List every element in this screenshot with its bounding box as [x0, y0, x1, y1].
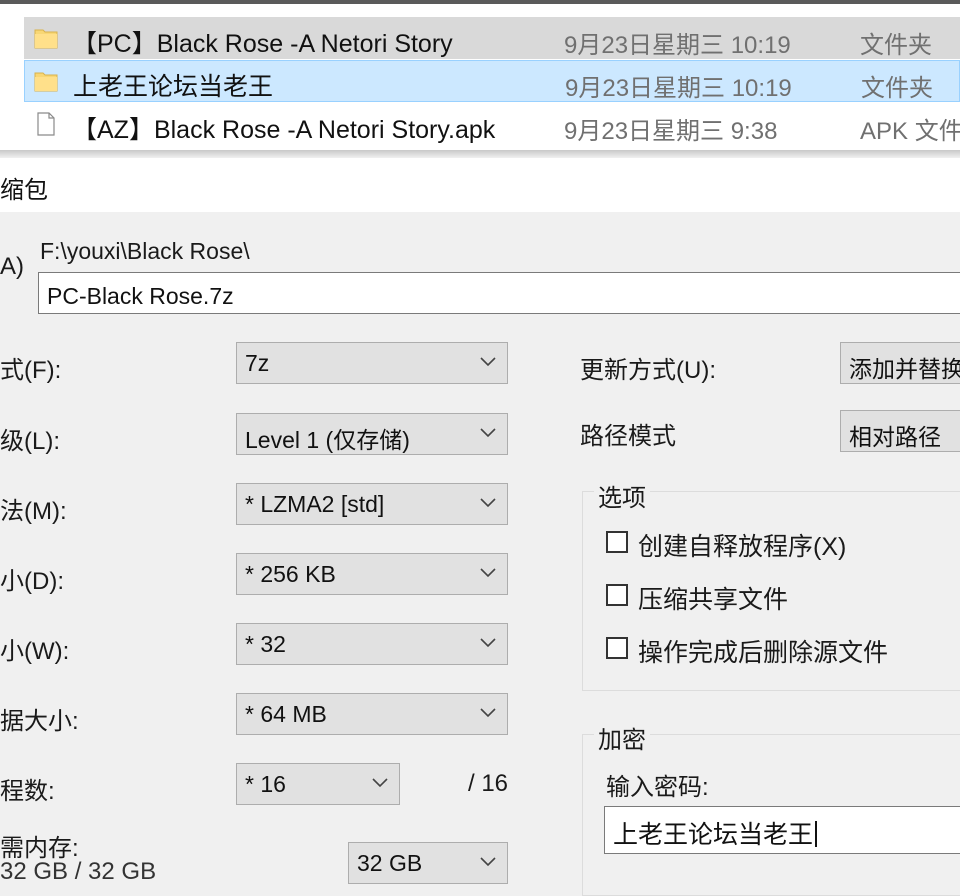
sfx-label: 创建自释放程序(X): [638, 533, 847, 561]
file-date: 9月23日星期三 9:38: [564, 118, 778, 145]
file-name: 上老王论坛当老王: [73, 73, 274, 101]
chevron-down-icon: [480, 568, 496, 578]
threads-max: / 16: [468, 770, 509, 797]
add-to-archive-dialog: 缩包 A) F:\youxi\Black Rose\ 式(F): 7z 级(L)…: [0, 158, 960, 896]
delete-after-checkbox[interactable]: [606, 637, 628, 659]
archive-label: A): [0, 253, 24, 280]
password-label: 输入密码:: [606, 774, 709, 801]
file-date: 9月23日星期三 10:19: [565, 75, 792, 102]
chevron-down-icon: [480, 357, 496, 367]
encryption-title: 加密: [594, 720, 650, 755]
threads-value: * 16: [245, 771, 286, 797]
format-select[interactable]: 7z: [236, 342, 508, 384]
method-label: 法(M):: [0, 498, 67, 525]
password-input[interactable]: 上老王论坛当老王: [604, 806, 960, 854]
threads-label: 程数:: [0, 778, 55, 805]
file-list: 【PC】Black Rose -A Netori Story 9月23日星期三 …: [0, 0, 960, 158]
format-label: 式(F):: [0, 357, 62, 384]
memory-select[interactable]: 32 GB: [348, 842, 508, 884]
dictionary-size-label: 小(D):: [0, 568, 64, 595]
file-name: 【PC】Black Rose -A Netori Story: [72, 30, 453, 58]
sfx-checkbox[interactable]: [606, 531, 628, 553]
file-row-selected[interactable]: 上老王论坛当老王 9月23日星期三 10:19 文件夹: [24, 60, 960, 102]
divider: [0, 150, 960, 158]
dialog-titlebar: 缩包: [0, 158, 960, 212]
file-type: 文件夹: [860, 32, 932, 59]
update-mode-label: 更新方式(U):: [580, 357, 716, 384]
word-size-value: * 32: [245, 631, 286, 657]
solid-block-size-value: * 64 MB: [245, 701, 327, 727]
dictionary-size-value: * 256 KB: [245, 561, 336, 587]
threads-select[interactable]: * 16: [236, 763, 400, 805]
password-value: 上老王论坛当老王: [613, 821, 814, 849]
shared-files-label: 压缩共享文件: [638, 586, 789, 614]
level-value: Level 1 (仅存储): [245, 427, 410, 453]
dictionary-size-select[interactable]: * 256 KB: [236, 553, 508, 595]
divider: [0, 0, 960, 4]
file-date: 9月23日星期三 10:19: [564, 32, 791, 59]
file-icon: [37, 112, 55, 136]
chevron-down-icon: [480, 498, 496, 508]
word-size-label: 小(W):: [0, 638, 70, 665]
file-name: 【AZ】Black Rose -A Netori Story.apk: [72, 116, 496, 144]
memory-combo-value: 32 GB: [357, 850, 423, 876]
path-mode-value: 相对路径: [849, 424, 941, 450]
format-value: 7z: [245, 350, 270, 376]
folder-icon: [34, 72, 58, 92]
chevron-down-icon: [480, 708, 496, 718]
options-title: 选项: [594, 478, 650, 513]
chevron-down-icon: [480, 428, 496, 438]
file-row[interactable]: 【AZ】Black Rose -A Netori Story.apk 9月23日…: [24, 103, 960, 145]
level-label: 级(L):: [0, 428, 60, 455]
delete-after-label: 操作完成后删除源文件: [638, 639, 889, 667]
path-mode-select[interactable]: 相对路径: [840, 410, 960, 452]
update-mode-value: 添加并替换: [849, 356, 960, 382]
chevron-down-icon: [480, 638, 496, 648]
level-select[interactable]: Level 1 (仅存储): [236, 413, 508, 455]
path-mode-label: 路径模式: [580, 423, 676, 450]
archive-name-input[interactable]: [38, 272, 960, 314]
chevron-down-icon: [372, 778, 388, 788]
chevron-down-icon: [480, 857, 496, 867]
file-type: APK 文件: [860, 118, 960, 145]
method-value: * LZMA2 [std]: [245, 491, 385, 517]
text-caret: [815, 821, 818, 847]
solid-block-size-select[interactable]: * 64 MB: [236, 693, 508, 735]
solid-block-size-label: 据大小:: [0, 708, 79, 735]
update-mode-select[interactable]: 添加并替换: [840, 342, 960, 384]
shared-files-checkbox[interactable]: [606, 584, 628, 606]
folder-icon: [34, 29, 58, 49]
file-type: 文件夹: [861, 75, 933, 102]
file-row[interactable]: 【PC】Black Rose -A Netori Story 9月23日星期三 …: [24, 17, 960, 59]
archive-path: F:\youxi\Black Rose\: [40, 238, 250, 264]
word-size-select[interactable]: * 32: [236, 623, 508, 665]
dialog-title: 缩包: [0, 177, 48, 204]
method-select[interactable]: * LZMA2 [std]: [236, 483, 508, 525]
memory-value: 32 GB / 32 GB: [0, 858, 157, 885]
